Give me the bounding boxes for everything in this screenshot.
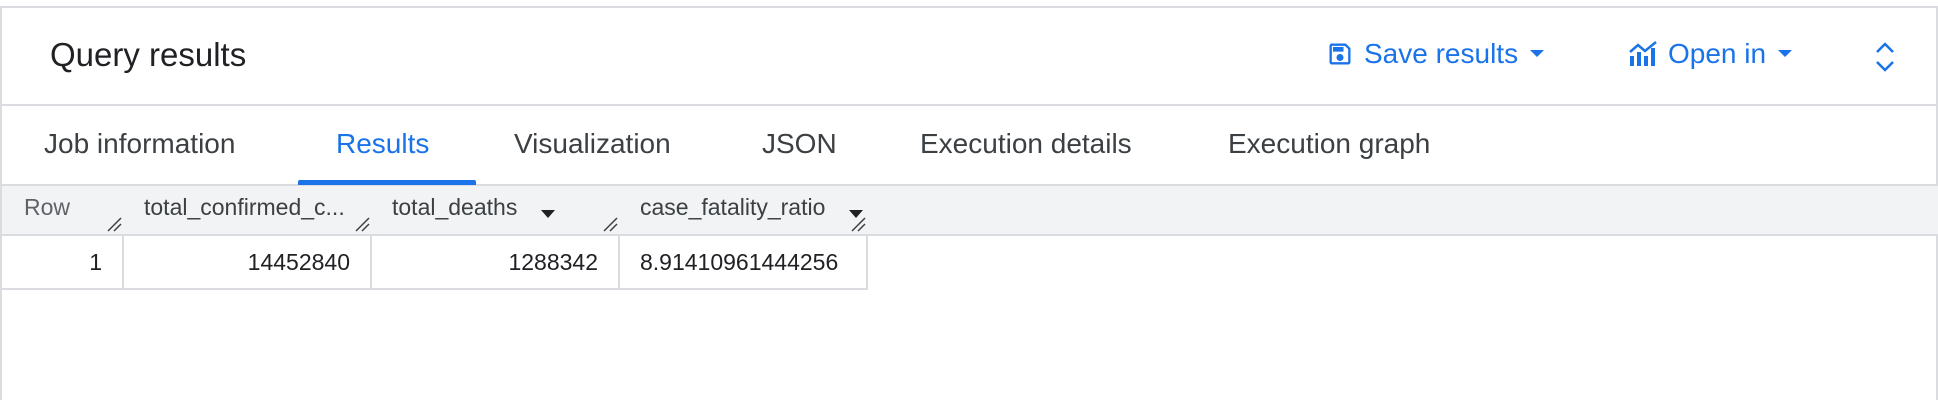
save-results-button[interactable]: Save results xyxy=(1326,38,1546,70)
results-header: Query results Save results Open in xyxy=(2,8,1936,106)
column-resize-handle[interactable] xyxy=(850,216,866,232)
active-tab-indicator xyxy=(298,180,476,185)
open-in-button[interactable]: Open in xyxy=(1628,38,1794,70)
tab-results[interactable]: Results xyxy=(336,128,429,160)
tab-execution-details[interactable]: Execution details xyxy=(920,128,1132,160)
column-resize-handle[interactable] xyxy=(602,216,618,232)
row-number-cell: 1 xyxy=(2,236,124,288)
expand-collapse-button[interactable] xyxy=(1874,40,1896,74)
total-confirmed-cell: 14452840 xyxy=(124,236,372,288)
save-results-label: Save results xyxy=(1364,38,1519,69)
tab-visualization[interactable]: Visualization xyxy=(514,128,671,160)
query-results-panel: Query results Save results Open in Job i… xyxy=(0,6,1938,400)
tab-json[interactable]: JSON xyxy=(762,128,837,160)
open-in-label: Open in xyxy=(1668,38,1767,69)
page-title: Query results xyxy=(50,36,247,73)
tab-execution-graph[interactable]: Execution graph xyxy=(1228,128,1430,160)
chart-icon xyxy=(1628,40,1658,68)
caret-down-icon xyxy=(1528,48,1546,60)
column-header-total-confirmed[interactable]: total_confirmed_c... xyxy=(144,194,345,221)
caret-down-icon xyxy=(1776,48,1794,60)
table-header: Row total_confirmed_c... total_deaths ca… xyxy=(2,186,1938,236)
save-icon xyxy=(1326,40,1354,68)
column-header-case-fatality-ratio[interactable]: case_fatality_ratio xyxy=(640,194,825,221)
tab-job-information[interactable]: Job information xyxy=(44,128,235,160)
column-header-total-deaths[interactable]: total_deaths xyxy=(392,194,517,221)
total-deaths-cell: 1288342 xyxy=(372,236,620,288)
column-resize-handle[interactable] xyxy=(354,216,370,232)
column-header-row: Row xyxy=(24,194,71,220)
case-fatality-ratio-cell: 8.91410961444256 xyxy=(620,236,868,288)
unfold-icon xyxy=(1874,40,1896,74)
results-tabs: Job information Results Visualization JS… xyxy=(2,106,1936,186)
sort-caret-icon[interactable] xyxy=(540,206,556,224)
column-resize-handle[interactable] xyxy=(106,216,122,232)
table-row: 1 14452840 1288342 8.91410961444256 xyxy=(2,236,868,290)
